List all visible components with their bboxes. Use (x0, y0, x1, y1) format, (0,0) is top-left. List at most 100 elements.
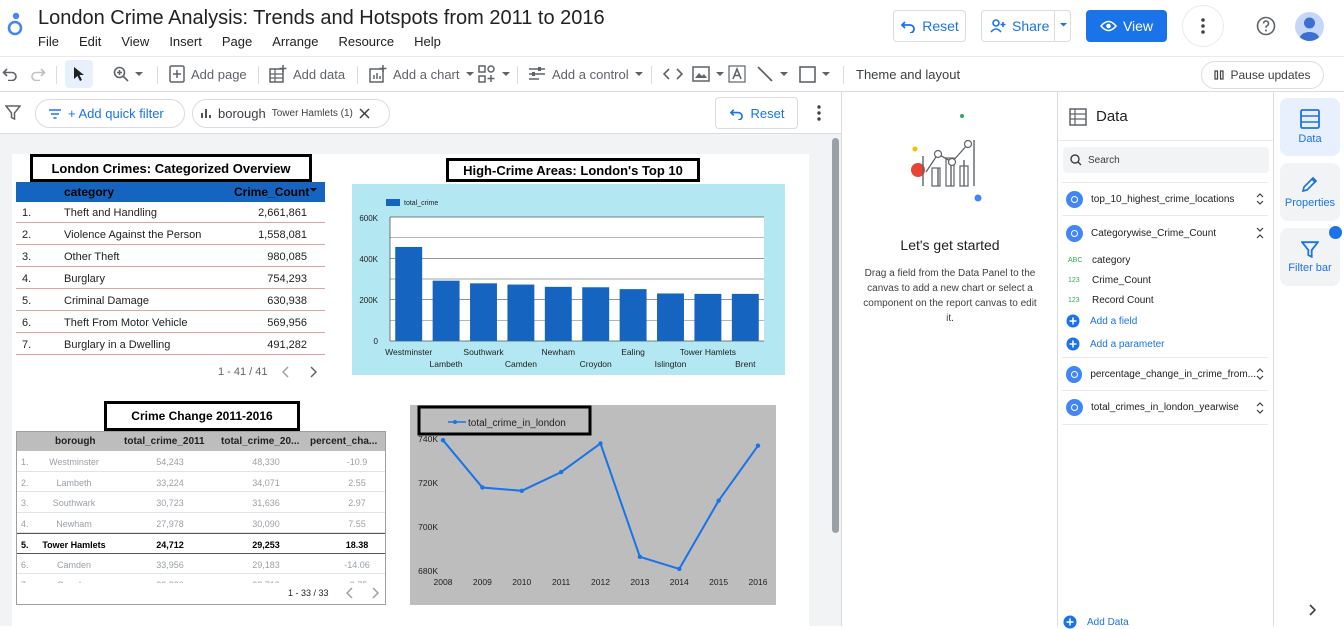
menu-file[interactable]: File (38, 34, 59, 49)
data-source-categorywise[interactable]: Categorywise_Crime_Count (1062, 216, 1268, 250)
data-source-top-10[interactable]: top_10_highest_crime_locations (1062, 182, 1268, 216)
table-row[interactable]: 7. Burglary in a Dwelling 491,282 (16, 334, 325, 355)
image-icon[interactable] (692, 57, 724, 91)
table-row[interactable]: 5. Tower Hamlets 24,712 29,253 18.38 (17, 533, 385, 554)
line-point[interactable] (480, 485, 485, 490)
line-point[interactable] (637, 554, 643, 559)
col-category[interactable]: category (64, 185, 114, 199)
table-row[interactable]: 2. Lambeth 33,224 34,071 2.55 (17, 472, 385, 492)
help-icon[interactable] (1256, 16, 1276, 36)
line-point[interactable] (440, 438, 446, 443)
bar[interactable] (395, 246, 423, 341)
pause-updates-button[interactable]: Pause updates (1201, 61, 1324, 89)
redo-icon[interactable] (30, 57, 46, 91)
add-chart-button[interactable]: Add a chart (369, 57, 474, 91)
line-tool-icon[interactable] (756, 57, 788, 91)
chevron-right-icon[interactable] (1308, 604, 1316, 616)
prev-page-icon[interactable] (346, 587, 354, 599)
line-chart[interactable]: total_crime_in_london 740K 720K 700K 680… (410, 405, 776, 605)
add-page-button[interactable]: Add page (169, 57, 247, 91)
reset-button[interactable]: Reset (893, 10, 966, 42)
add-parameter-button[interactable]: Add a parameter (1066, 337, 1165, 351)
menu-edit[interactable]: Edit (79, 34, 101, 49)
view-button[interactable]: View (1086, 10, 1167, 42)
embed-code-icon[interactable] (663, 57, 683, 91)
line-point[interactable] (558, 469, 564, 475)
undo-icon[interactable] (2, 57, 18, 91)
prev-page-icon[interactable] (282, 366, 290, 378)
bar-chart[interactable]: total_crime 600K 400K 200K 0 Westminster… (352, 184, 785, 375)
rail-data-button[interactable]: Data (1280, 98, 1340, 156)
table-row[interactable]: 3. Southwark 30,723 31,636 2.97 (17, 492, 385, 513)
line-point[interactable] (716, 498, 721, 503)
next-page-icon[interactable] (371, 587, 379, 599)
col-percent-change[interactable]: percent_cha... (310, 436, 377, 447)
line-series[interactable] (442, 439, 759, 571)
table-row[interactable]: 6. Camden 33,956 29,183 -14.06 (17, 554, 385, 574)
add-data-button[interactable]: Add Data (1063, 615, 1129, 629)
field-category[interactable]: ABC category (1068, 255, 1130, 266)
bar[interactable] (544, 286, 572, 341)
text-box-icon[interactable] (728, 57, 746, 91)
more-options-icon[interactable] (1182, 5, 1224, 47)
report-title[interactable]: London Crime Analysis: Trends and Hotspo… (38, 7, 605, 30)
col-crime-count[interactable]: Crime_Count (234, 185, 309, 199)
table-row[interactable]: 5. Criminal Damage 630,938 (16, 290, 325, 311)
add-control-button[interactable]: Add a control (528, 57, 643, 91)
menu-arrange[interactable]: Arrange (272, 34, 318, 49)
avatar[interactable] (1295, 12, 1324, 41)
line-point[interactable] (755, 443, 761, 448)
add-data-button[interactable]: Add data (269, 57, 345, 91)
bar[interactable] (657, 293, 684, 341)
expand-icon[interactable] (1256, 368, 1264, 380)
table-row[interactable]: 7.Croydon29,83028,712-3.75 (17, 574, 385, 583)
bar[interactable] (619, 289, 647, 341)
bar[interactable] (470, 283, 497, 341)
bar[interactable] (582, 287, 610, 341)
expand-icon[interactable] (1256, 193, 1264, 205)
share-button[interactable]: Share (981, 10, 1071, 42)
menu-help[interactable]: Help (414, 34, 441, 49)
menu-view[interactable]: View (121, 34, 149, 49)
close-icon[interactable] (359, 108, 370, 119)
menu-insert[interactable]: Insert (169, 34, 202, 49)
line-point[interactable] (519, 488, 524, 493)
col-total-crime-2016[interactable]: total_crime_20... (221, 436, 299, 447)
table-row[interactable]: 1. Westminster 54,243 48,330 -10.9 (17, 451, 385, 472)
theme-and-layout-button[interactable]: Theme and layout (856, 57, 960, 91)
canvas-scrollbar[interactable] (832, 138, 839, 533)
line-point[interactable] (677, 566, 682, 572)
rail-properties-button[interactable]: Properties (1280, 163, 1340, 221)
filter-chip-borough[interactable]: borough Tower Hamlets (1) (192, 99, 390, 128)
table-row[interactable]: 1. Theft and Handling 2,661,861 (16, 202, 325, 223)
add-quick-filter-button[interactable]: + Add quick filter (35, 99, 185, 128)
bar[interactable] (507, 284, 535, 341)
select-cursor-icon[interactable] (65, 60, 93, 88)
next-page-icon[interactable] (309, 366, 317, 378)
share-dropdown-icon[interactable] (1059, 20, 1068, 29)
community-viz-icon[interactable] (478, 57, 510, 91)
bar[interactable] (432, 280, 460, 341)
looker-studio-logo[interactable] (6, 11, 26, 39)
data-source-percentage-change[interactable]: percentage_change_in_crime_from... (1062, 357, 1268, 391)
zoom-icon[interactable] (113, 57, 143, 91)
filter-icon[interactable] (5, 105, 21, 120)
menu-page[interactable]: Page (222, 34, 252, 49)
col-total-crime-2011[interactable]: total_crime_2011 (124, 436, 205, 447)
col-borough[interactable]: borough (55, 436, 96, 447)
expand-icon[interactable] (1256, 401, 1264, 414)
data-source-total-crimes-yearwise[interactable]: total_crimes_in_london_yearwise (1062, 391, 1268, 425)
menu-resource[interactable]: Resource (338, 34, 394, 49)
sort-desc-icon[interactable] (310, 186, 317, 193)
bar[interactable] (694, 293, 722, 341)
field-record-count[interactable]: 123 Record Count (1068, 295, 1154, 306)
line-point[interactable] (598, 441, 603, 446)
table-row[interactable]: 4. Burglary 754,293 (16, 268, 325, 289)
filter-more-icon[interactable] (817, 105, 821, 121)
table-row[interactable]: 2. Violence Against the Person 1,558,081 (16, 224, 325, 245)
table-row[interactable]: 3. Other Theft 980,085 (16, 246, 325, 267)
data-search-input[interactable]: Search (1063, 147, 1269, 173)
collapse-icon[interactable] (1256, 227, 1264, 239)
table-row[interactable]: 6. Theft From Motor Vehicle 569,956 (16, 312, 325, 333)
filter-reset-button[interactable]: Reset (715, 97, 798, 129)
